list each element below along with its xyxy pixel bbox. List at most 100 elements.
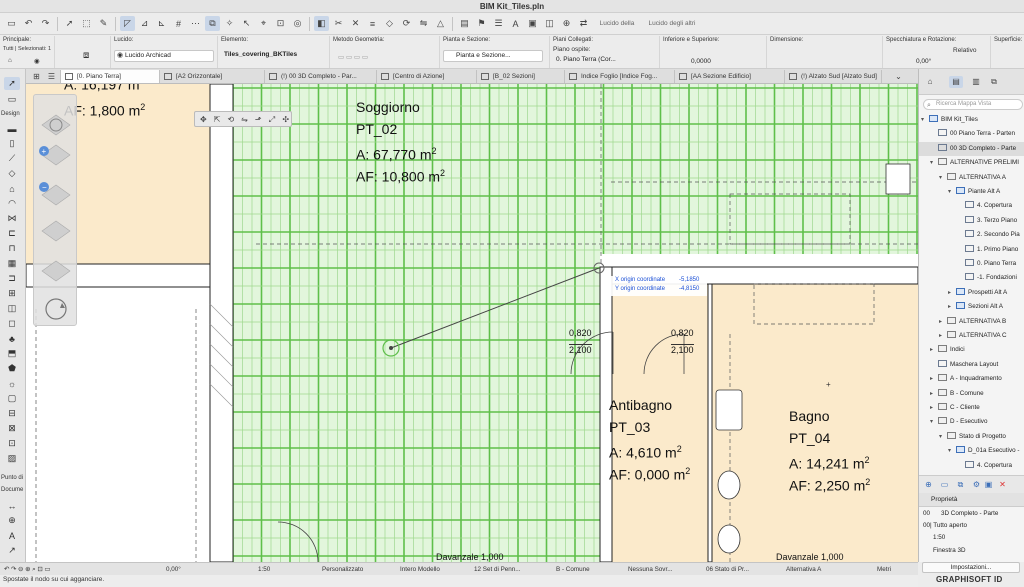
tree-item[interactable]: ▸ A - Inquadramento [930,372,1002,386]
zoom-in-icon[interactable] [40,143,72,171]
tree-item[interactable]: ▸ Prospetti Alt A [948,286,1007,300]
delete-icon[interactable]: ✕ [997,479,1008,490]
navigator-search-input[interactable]: ⌕ Ricerca Mappa Vista [923,99,1023,110]
expand-arrow-icon[interactable]: ▾ [930,156,938,170]
show-selection-icon[interactable]: ◧ [314,16,329,31]
expand-arrow-icon[interactable]: ▸ [939,329,947,343]
expand-arrow-icon[interactable]: ▾ [939,171,947,185]
expand-arrow-icon[interactable]: ▾ [948,444,956,458]
tab-options-icon[interactable]: ⌄ [893,71,904,82]
tab-5[interactable]: [B_02 Sezioni] [477,70,565,83]
element-name-field[interactable]: Tiles_covering_BKTiles [221,50,326,62]
tree-item[interactable]: 00 3D Completo - Parte [919,141,1024,156]
tree-item[interactable]: ▸ B - Comune [930,387,984,401]
tree-item[interactable]: 0. Piano Terra [957,257,1016,271]
tree-item[interactable]: 00 Piano Terra - Parten [930,127,1015,141]
clone-icon[interactable]: ⧉ [955,479,966,490]
layer-combination-field[interactable]: 00| Tutto aperto [923,522,967,529]
tree-item[interactable]: ▸ Indici [930,343,965,357]
slab-tool-icon[interactable]: ◇ [4,167,20,180]
arrow-tool-icon[interactable]: ➚ [62,16,77,31]
fit-view-icon[interactable] [40,215,72,243]
door-tool-icon[interactable]: ⊐ [4,272,20,285]
grid-icon[interactable]: # [171,16,186,31]
tab-4[interactable]: [Centro di Azione] [377,70,477,83]
orbit-icon[interactable] [40,113,72,141]
window-tool-icon[interactable]: ⊞ [4,287,20,300]
tree-item[interactable]: Maschera Layout [930,358,998,372]
tree-item[interactable]: ▾ BIM Kit_Tiles [921,113,978,127]
tracing-others-button[interactable]: Lucido degli altri [643,20,701,27]
magic-wand-icon[interactable]: ✧ [222,16,237,31]
save-view-icon[interactable]: ▣ [983,479,994,490]
split-icon[interactable]: ✕ [348,16,363,31]
layout-book-icon[interactable]: ▥ [969,76,983,88]
tree-item[interactable]: 4. Copertura [957,199,1012,213]
layer-select[interactable]: Lucido Archicad [114,50,214,62]
undo-status-icon[interactable]: ↶ ↷ ⊖ ⊕ ⌕ ⊡ ▭ [4,565,50,575]
trim-icon[interactable]: ✂ [331,16,346,31]
elevate-icon[interactable]: ⬏ [253,114,264,125]
expand-arrow-icon[interactable]: ▾ [921,113,929,127]
text-tool[interactable]: A [4,529,20,542]
tab-8[interactable]: (!) Alzato Sud [Alzato Sud] [785,70,882,83]
wall-tool-icon[interactable]: ▬ [4,122,20,135]
opening-tool-icon[interactable]: ◻ [4,317,20,330]
rotate-view-icon[interactable] [40,295,72,323]
expand-arrow-icon[interactable]: ▸ [930,387,938,401]
project-map-icon[interactable]: ⌂ [923,76,937,88]
tab-list-icon[interactable]: ☰ [46,71,57,82]
view-name-field[interactable]: 3D Completo - Parte [941,510,998,517]
offset-icon[interactable]: ◇ [382,16,397,31]
graphisoft-id-logo[interactable]: GRAPHISOFT ID [936,575,1003,584]
expand-arrow-icon[interactable]: ▾ [939,430,947,444]
scale-field[interactable]: 1:50 [933,534,945,541]
favorites-icon[interactable]: ◉ [34,57,40,65]
tracing-reference-button[interactable]: Lucido della [593,20,641,27]
tab-6[interactable]: Indice Foglio [Indice Fog... [565,70,675,83]
curtain-wall-tool-icon[interactable]: ▦ [4,257,20,270]
geometry-option-icon[interactable]: ▭ ▭ ▭ ▭ [338,53,368,61]
home-story-select[interactable]: 0. Piano Terra (Cor... [553,55,653,67]
tree-item[interactable]: ▸ ALTERNATIVA C [939,329,1007,343]
gravity-icon[interactable]: ⋯ [188,16,203,31]
arrow-tool[interactable]: ➚ [4,77,20,90]
angle-display[interactable]: 0,00° [166,565,181,575]
flag-icon[interactable]: ⚑ [474,16,489,31]
guide-lines-icon[interactable]: ⊿ [137,16,152,31]
object-type-icon[interactable]: ⧈ [83,50,89,61]
marquee-icon[interactable]: ⬚ [79,16,94,31]
rotate-node-icon[interactable]: ⟲ [225,114,236,125]
view-settings-button[interactable]: Impostazioni... [922,562,1020,573]
lock-icon[interactable]: ⊡ [273,16,288,31]
tracing-icon[interactable]: ⊕ [559,16,574,31]
tree-item[interactable]: ▾ ALTERNATIVA A [939,171,1006,185]
tab-2[interactable]: [A2 Orizzontale] [160,70,265,83]
tree-item[interactable]: ▾ Piante Alt A [948,185,1000,199]
column-tool-icon[interactable]: ▯ [4,137,20,150]
tab-7[interactable]: [AA Sezione Edificio] [675,70,785,83]
plan-section-button[interactable]: Pianta e Sezione... [443,50,543,62]
measure-icon[interactable]: ⌖ [256,16,271,31]
lamp-tool-icon[interactable]: ☼ [4,377,20,390]
tree-item[interactable]: ▾ D - Esecutivo [930,415,987,429]
suspend-groups-icon[interactable]: ⧉ [205,16,220,31]
compare-icon[interactable]: ⇄ [576,16,591,31]
elevation-field[interactable]: 0,0000 [688,57,758,69]
label-tool-icon[interactable]: ↗ [4,544,20,557]
move-node-icon[interactable]: ✥ [198,114,209,125]
relative-select[interactable]: Relativo [953,47,976,54]
pointer-icon[interactable]: ↖ [239,16,254,31]
drag-icon[interactable]: ⇱ [212,114,223,125]
expand-arrow-icon[interactable]: ▸ [930,343,938,357]
floor-plan-canvas[interactable]: + A: 16,197 m2 AF: 1,800 m2 Soggiorno PT… [26,84,918,562]
level-dimension-tool-icon[interactable]: ⊕ [4,514,20,527]
tab-overview-icon[interactable]: ⊞ [31,71,42,82]
railing-tool-icon[interactable]: ⊓ [4,242,20,255]
tree-item[interactable]: ▸ C - Cliente [930,401,980,415]
tracker-x-value[interactable]: -5,1850 [679,276,699,285]
snap-icon[interactable]: ◸ [120,16,135,31]
view-map-icon[interactable]: ▤ [949,76,963,88]
expand-arrow-icon[interactable]: ▸ [930,372,938,386]
new-view-icon[interactable]: ⊕ [923,479,934,490]
